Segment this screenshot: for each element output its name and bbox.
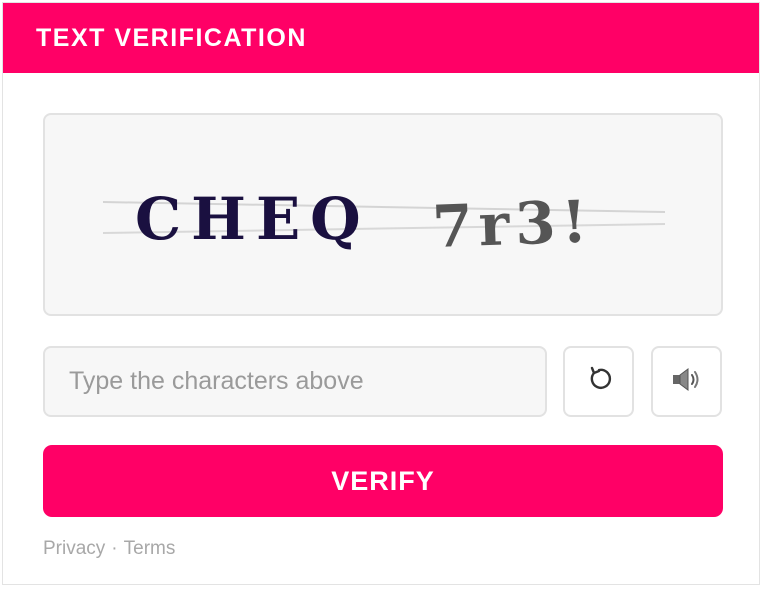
audio-button[interactable] [651, 346, 722, 417]
refresh-button[interactable] [563, 346, 634, 417]
privacy-link[interactable]: Privacy [43, 538, 105, 559]
speaker-icon [671, 365, 703, 398]
captcha-image: CHEQ 7r3! [43, 113, 723, 316]
captcha-input-wrapper [43, 346, 547, 417]
captcha-svg: CHEQ 7r3! [102, 185, 666, 261]
refresh-icon [585, 365, 613, 398]
header-title: TEXT VERIFICATION [36, 23, 307, 52]
footer-links: Privacy · Terms [43, 538, 175, 560]
terms-link[interactable]: Terms [124, 538, 176, 559]
footer-separator: · [111, 538, 118, 559]
verify-button[interactable]: VERIFY [43, 445, 723, 517]
verification-card: TEXT VERIFICATION CHEQ 7r3! Type the cha… [2, 2, 760, 585]
captcha-input[interactable] [45, 348, 545, 415]
captcha-text-grey: 7r3! [431, 187, 594, 261]
captcha-text-dark: CHEQ [135, 185, 371, 253]
header-bar: TEXT VERIFICATION [3, 3, 759, 73]
